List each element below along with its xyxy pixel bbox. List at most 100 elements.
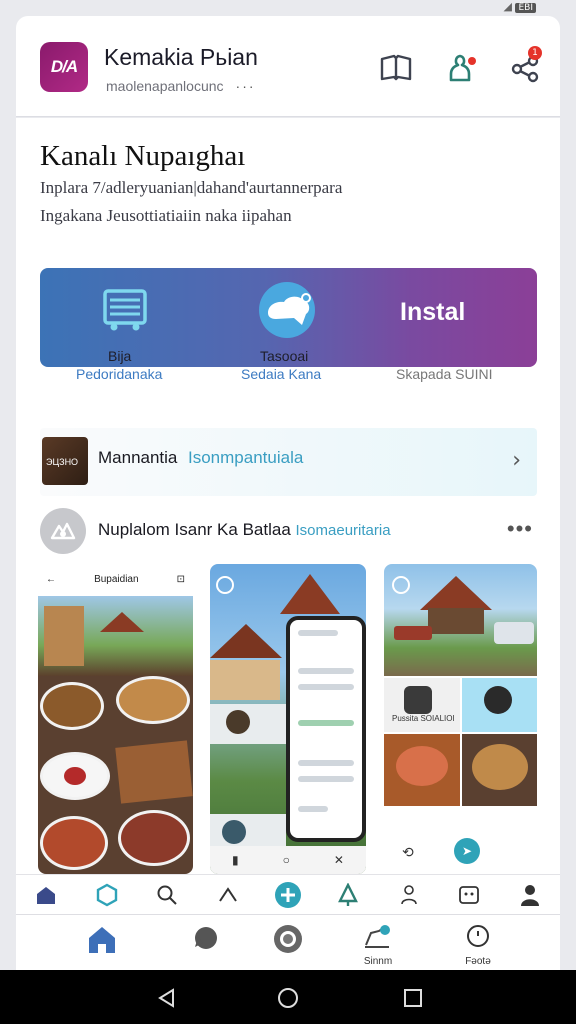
page-title: Kanalı Nupaıghaı <box>40 140 246 172</box>
resort-photo <box>38 596 193 678</box>
resort-photo <box>384 564 537 676</box>
nav-share-label: Sinnm <box>363 956 393 967</box>
hut-roof <box>280 574 340 614</box>
book-icon[interactable] <box>378 50 414 86</box>
post-title-text: Nuplalom Isanr Ka Batlaa <box>98 520 291 539</box>
chat-icon <box>195 927 217 949</box>
sub-label-a[interactable]: Pedoridanaka <box>76 366 162 382</box>
nav-chat[interactable] <box>174 923 234 958</box>
post-accent: Isomaeuritaria <box>295 522 391 539</box>
delivery-truck-icon <box>102 288 148 337</box>
grilled-food <box>115 740 193 804</box>
battery-indicator: ЁBI <box>515 3 536 13</box>
home-circle-icon[interactable] <box>277 987 299 1014</box>
car <box>494 622 534 644</box>
recents-icon[interactable] <box>402 987 424 1014</box>
home-icon <box>89 927 115 953</box>
banner-label-a: Bija <box>108 348 132 364</box>
screenshot-app[interactable]: ▮ ○ ✕ <box>210 564 366 874</box>
status-bar: ◢ ЁBI <box>0 0 576 16</box>
notification-person-icon[interactable] <box>444 50 480 86</box>
food-plate <box>116 676 190 724</box>
nav-camera[interactable] <box>258 923 318 960</box>
food-plate <box>40 816 108 870</box>
tile <box>462 678 537 732</box>
tool-icon[interactable]: ⟲ <box>402 844 414 861</box>
feature-subtitle: Isonmpantuiala <box>188 448 304 467</box>
description-line-2: Ingakana Jeusottiatiaiin naka iipahan <box>40 206 292 225</box>
food-plate <box>118 810 190 866</box>
clock-icon <box>467 925 489 947</box>
hexagon-icon[interactable] <box>92 880 122 910</box>
tile-label: Pussita SOIALIOI <box>392 714 455 723</box>
feature-row[interactable]: ЭЦЗНО Mannantia Isonmpantuiala › <box>40 428 537 496</box>
settings-icon[interactable] <box>392 576 410 594</box>
more-options-icon[interactable]: ••• <box>507 516 533 542</box>
banner-label-b: Tasooai <box>260 348 309 364</box>
card-tile <box>210 704 286 744</box>
add-icon[interactable] <box>273 880 303 910</box>
device-icon[interactable] <box>454 880 484 910</box>
hut-roof <box>420 576 492 610</box>
description-line-1: Inplara 7/adlerуuanian|dahand'aurtannerp… <box>40 178 343 197</box>
food-image <box>462 734 537 806</box>
car <box>394 626 432 640</box>
screenshot-bottom: ➤ ⟲ <box>384 808 537 874</box>
screenshot-title: Bupaidian <box>94 573 139 585</box>
app-logo-text: D/A <box>50 57 78 76</box>
nav-icon[interactable]: ○ <box>283 853 290 867</box>
hut-roof <box>210 624 282 658</box>
phone-mockup <box>286 616 366 842</box>
sub-label-c[interactable]: Skapada SUINI <box>396 366 493 382</box>
back-arrow-icon[interactable]: ← <box>46 574 56 585</box>
system-navigation-bar <box>0 970 576 1024</box>
building <box>44 606 84 666</box>
food-plate <box>40 752 110 800</box>
chevron-right-icon[interactable]: › <box>512 448 521 473</box>
nav-home[interactable] <box>72 923 132 960</box>
avatar[interactable] <box>40 508 86 554</box>
nav-icon[interactable]: ▮ <box>232 853 239 867</box>
hut-roof <box>100 612 144 632</box>
nav-clock[interactable]: Fəotə <box>448 923 508 967</box>
feature-thumbnail-text: ЭЦЗНО <box>46 457 79 467</box>
person-outline-icon[interactable] <box>394 880 424 910</box>
screenshot-topbar: ← Bupaidian ⊡ <box>38 564 193 594</box>
bottom-navigation: Sinnm Fəotə <box>16 914 560 970</box>
food-plate <box>40 682 104 730</box>
hut-wall <box>210 660 280 700</box>
main-content: Kanalı Nupaıghaı Inplara 7/adlerуuanian|… <box>16 118 560 914</box>
post-title: Nuplalom Isanr Ka Batlaa Isomaeuritaria <box>98 520 391 540</box>
home-icon[interactable] <box>31 880 61 910</box>
camera-icon <box>274 925 302 953</box>
nav-icon[interactable]: ✕ <box>334 853 344 867</box>
install-banner[interactable]: Bija Tasooai Instal <box>40 268 537 367</box>
status-icons: ◢ ЁBI <box>504 0 536 13</box>
profile-icon[interactable] <box>515 880 545 910</box>
share-icon[interactable]: 1 <box>508 46 544 86</box>
tree-icon[interactable] <box>333 880 363 910</box>
hut-body <box>428 608 484 634</box>
tag-icon[interactable]: ⊡ <box>177 574 185 585</box>
settings-icon[interactable] <box>216 576 234 594</box>
screenshot-resort[interactable]: Pussita SOIALIOI ➤ ⟲ <box>384 564 537 874</box>
feature-thumbnail: ЭЦЗНО <box>42 437 88 485</box>
food-image <box>384 734 460 806</box>
back-icon[interactable] <box>156 987 178 1014</box>
share-icon[interactable]: ➤ <box>454 838 480 864</box>
post-header: Nuplalom Isanr Ka Batlaa Isomaeuritaria … <box>40 506 537 554</box>
app-logo[interactable]: D/A <box>40 42 88 92</box>
screenshot-food[interactable]: ← Bupaidian ⊡ <box>38 564 193 874</box>
up-icon[interactable] <box>213 880 243 910</box>
search-icon[interactable] <box>152 880 182 910</box>
more-icon[interactable]: ··· <box>236 78 256 94</box>
notification-badge: 1 <box>528 46 542 60</box>
sub-label-b[interactable]: Sedaia Kana <box>241 366 321 382</box>
nav-share[interactable]: Sinnm <box>348 923 408 967</box>
signal-icon: ◢ <box>503 0 512 13</box>
chat-cloud-icon <box>258 281 316 344</box>
tile <box>384 678 460 732</box>
share-ring-icon <box>365 925 390 948</box>
install-button[interactable]: Instal <box>400 298 465 327</box>
icon-toolbar <box>16 874 560 914</box>
